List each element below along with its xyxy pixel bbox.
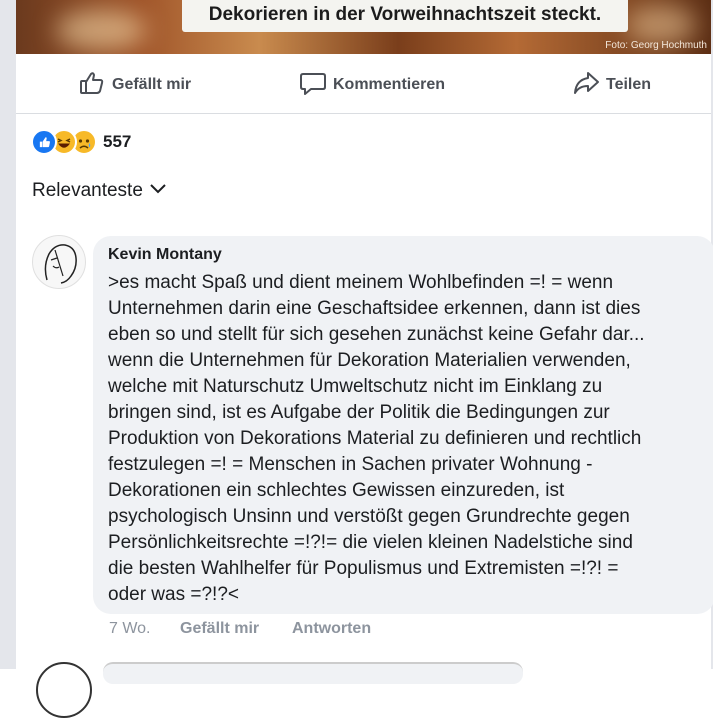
photo-light [56,10,146,50]
comment-sort-dropdown[interactable]: Relevanteste [32,180,167,202]
reactions-summary[interactable]: 557 [31,129,131,155]
chevron-down-icon [143,182,167,200]
comment-button[interactable]: Kommentieren [299,72,445,98]
share-arrow-icon [572,70,600,101]
next-comment-avatar[interactable] [36,662,92,718]
reaction-count: 557 [103,132,132,151]
share-button-label: Teilen [606,76,652,93]
comment-button-label: Kommentieren [333,76,446,93]
comment-reply-button[interactable]: Antworten [292,620,371,638]
avatar-sketch-icon [44,244,77,284]
photo-credit: Foto: Georg Hochmuth [605,40,707,51]
sort-label: Relevanteste [32,180,143,201]
speech-bubble-icon [299,70,327,101]
left-gutter [0,0,16,669]
post-photo[interactable]: Dekorieren in der Vorweihnachtszeit stec… [16,0,711,54]
like-icon [31,129,57,155]
photo-caption-box: Dekorieren in der Vorweihnachtszeit stec… [182,0,628,32]
comment-text: >es macht Spaß und dient meinem Wohlbefi… [108,272,645,605]
post-action-bar: Gefällt mir Kommentieren Teilen [16,54,711,114]
comment-bubble: Kevin Montany >es macht Spaß und dient m… [93,236,713,614]
comment-like-button[interactable]: Gefällt mir [180,620,259,638]
like-button-label: Gefällt mir [112,76,192,93]
avatar[interactable] [32,235,86,289]
share-button[interactable]: Teilen [572,70,652,101]
thumbs-up-icon [78,70,106,101]
comment-author[interactable]: Kevin Montany [108,246,701,264]
photo-light [626,5,696,45]
comment-timestamp[interactable]: 7 Wo. [109,620,151,638]
photo-caption: Dekorieren in der Vorweihnachtszeit stec… [208,4,602,25]
next-comment-bubble [103,662,523,684]
like-button[interactable]: Gefällt mir [78,70,192,101]
